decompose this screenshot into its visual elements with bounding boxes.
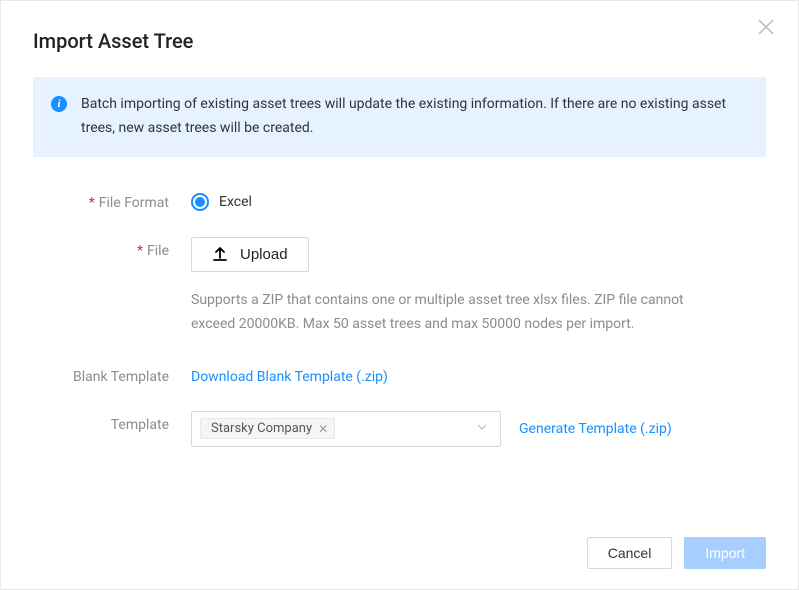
generate-template-link[interactable]: Generate Template (.zip) <box>519 421 672 437</box>
upload-icon <box>212 246 228 262</box>
file-help-text: Supports a ZIP that contains one or mult… <box>191 288 731 337</box>
modal-footer: Cancel Import <box>587 537 766 569</box>
download-blank-template-link[interactable]: Download Blank Template (.zip) <box>191 363 388 385</box>
template-label: Template <box>33 411 191 433</box>
upload-button[interactable]: Upload <box>191 237 309 272</box>
template-select[interactable]: Starsky Company ✕ <box>191 411 501 447</box>
template-row: Template Starsky Company ✕ Generate Temp… <box>33 411 766 447</box>
excel-radio-label: Excel <box>219 194 252 210</box>
file-control: Upload Supports a ZIP that contains one … <box>191 237 766 337</box>
blank-template-control: Download Blank Template (.zip) <box>191 363 766 385</box>
file-format-control: Excel <box>191 189 766 211</box>
modal-title: Import Asset Tree <box>33 29 766 53</box>
close-icon <box>757 18 775 41</box>
upload-button-label: Upload <box>240 246 288 263</box>
template-tag-label: Starsky Company <box>211 421 312 436</box>
cancel-button[interactable]: Cancel <box>587 537 673 569</box>
file-format-label: File Format <box>33 189 191 211</box>
import-button[interactable]: Import <box>684 537 766 569</box>
template-tag: Starsky Company ✕ <box>200 418 335 439</box>
info-alert: i Batch importing of existing asset tree… <box>33 77 766 157</box>
chevron-down-icon <box>476 421 488 437</box>
blank-template-row: Blank Template Download Blank Template (… <box>33 363 766 385</box>
file-label: File <box>33 237 191 259</box>
alert-text: Batch importing of existing asset trees … <box>81 93 748 141</box>
modal-header: Import Asset Tree <box>1 1 798 53</box>
template-control: Starsky Company ✕ Generate Template (.zi… <box>191 411 766 447</box>
file-format-row: File Format Excel <box>33 189 766 211</box>
blank-template-label: Blank Template <box>33 363 191 385</box>
file-format-radio-group: Excel <box>191 189 766 211</box>
info-icon: i <box>51 96 67 112</box>
import-form: File Format Excel File Upload Supports a… <box>1 177 798 447</box>
close-button[interactable] <box>754 17 778 41</box>
file-row: File Upload Supports a ZIP that contains… <box>33 237 766 337</box>
import-asset-tree-modal: Import Asset Tree i Batch importing of e… <box>0 0 799 590</box>
tag-remove-icon[interactable]: ✕ <box>318 422 328 436</box>
excel-radio[interactable] <box>191 193 209 211</box>
